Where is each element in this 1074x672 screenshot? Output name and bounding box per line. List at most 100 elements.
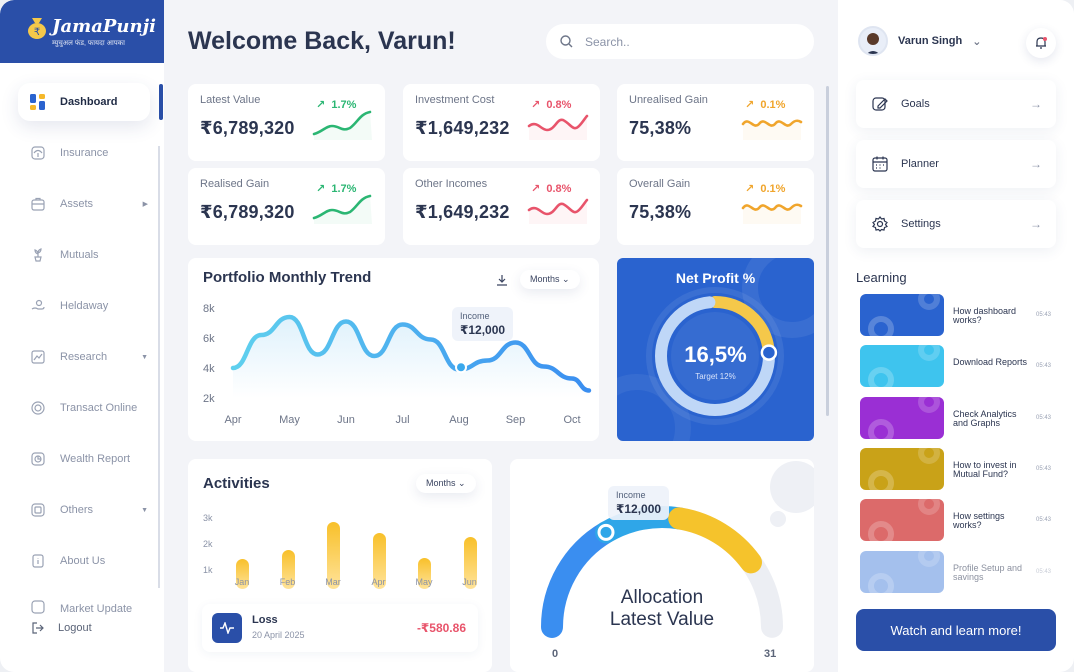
search-placeholder: Search.. [585, 34, 630, 49]
x-tick-label: Jun [337, 414, 355, 426]
learning-title: How to invest in Mutual Fund? [953, 459, 1017, 479]
brand-logo[interactable]: ₹ JamaPunji म्युचुअल फंड, फायदा आपका [0, 0, 164, 63]
sidebar-item-mutuals[interactable]: Mutuals [18, 236, 150, 274]
video-thumbnail[interactable] [860, 294, 944, 336]
info-icon [30, 553, 46, 569]
net-profit-title: Net Profit % [675, 270, 756, 286]
sidebar: ₹ JamaPunji म्युचुअल फंड, फायदा आपका Das… [0, 0, 164, 672]
learning-item[interactable]: Download Reports 05:43 [860, 345, 1056, 389]
caret-right-icon: ▶ [142, 201, 148, 208]
x-tick-label: May [415, 577, 433, 587]
hand-coin-icon [30, 298, 46, 314]
stat-card[interactable]: Realised Gain ₹6,789,320 ↗ 1.7% [188, 168, 385, 245]
sidebar-item-others[interactable]: Others ▼ [18, 491, 150, 529]
stat-card[interactable]: Other Incomes ₹1,649,232 ↗ 0.8% [403, 168, 600, 245]
learning-item[interactable]: Profile Setup and savings 05:43 [860, 550, 1056, 595]
page-title: Welcome Back, Varun! [188, 27, 456, 55]
video-thumbnail[interactable] [860, 447, 944, 490]
caret-down-icon: ▼ [141, 506, 148, 514]
goals-label: Goals [901, 98, 930, 110]
calendar-icon [871, 155, 889, 173]
chart-icon [30, 349, 46, 365]
sidebar-item-research[interactable]: Research ▼ [18, 338, 150, 376]
sidebar-item-assets[interactable]: Assets ▶ [18, 185, 150, 223]
y-tick-label: 4k [203, 363, 215, 375]
video-thumbnail[interactable] [860, 396, 944, 439]
x-tick-label: Feb [279, 577, 296, 587]
learning-duration: 05:43 [1036, 465, 1052, 472]
tooltip-value: ₹12,000 [460, 323, 506, 337]
trend-highlight-point[interactable] [455, 361, 467, 374]
y-tick-label: 8k [203, 303, 215, 315]
logout-button[interactable]: Logout [32, 622, 92, 634]
dashboard-icon [30, 94, 46, 110]
trend-tooltip: Income ₹12,000 [452, 307, 514, 341]
video-thumbnail[interactable] [860, 499, 944, 542]
search-input[interactable]: Search.. [546, 24, 814, 59]
notification-button[interactable] [1026, 28, 1056, 58]
y-tick-label: 2k [203, 393, 215, 405]
stat-card[interactable]: Investment Cost ₹1,649,232 ↗ 0.8% [403, 84, 600, 161]
transaction-title: Loss [252, 614, 278, 626]
gauge-min-label: 0 [552, 648, 559, 660]
net-profit-value: 16,5% [684, 342, 747, 367]
y-tick-label: 3k [203, 513, 213, 523]
video-thumbnail[interactable] [860, 550, 944, 593]
video-thumbnail[interactable] [860, 345, 944, 388]
learning-duration: 05:43 [1036, 568, 1052, 575]
sparkline [527, 198, 589, 224]
edit-icon [871, 95, 889, 113]
goals-button[interactable]: Goals → [856, 80, 1056, 128]
sidebar-item-market-update[interactable]: Market Update [18, 593, 150, 615]
planner-button[interactable]: Planner → [856, 140, 1056, 188]
sidebar-item-about-us[interactable]: About Us [18, 542, 150, 580]
sidebar-item-label: About Us [60, 555, 106, 567]
gauge-handle[interactable] [597, 523, 615, 541]
stat-card[interactable]: Latest Value ₹6,789,320 ↗ 1.7% [188, 84, 385, 161]
learning-item[interactable]: How dashboard works? 05:43 [860, 294, 1056, 338]
transaction-amount: -₹580.86 [416, 621, 466, 635]
sidebar-item-transact-online[interactable]: Transact Online [18, 389, 150, 427]
x-tick-label: Apr [224, 414, 241, 426]
planner-label: Planner [901, 158, 939, 170]
x-tick-label: Oct [563, 414, 580, 426]
learning-item[interactable]: How to invest in Mutual Fund? 05:43 [860, 447, 1056, 492]
gear-icon [871, 215, 889, 233]
tooltip-label: Income [616, 490, 646, 500]
settings-button[interactable]: Settings → [856, 200, 1056, 248]
learning-item[interactable]: How settings works? 05:43 [860, 499, 1056, 543]
allocation-tooltip: Income ₹12,000 [608, 486, 670, 520]
sparkline [741, 203, 803, 224]
sidebar-item-heldaway[interactable]: Heldaway [18, 287, 150, 325]
portfolio-trend-card: Portfolio Monthly Trend Months ⌄ 8k 6k 4k 2… [188, 258, 599, 441]
x-tick-label: Jun [462, 577, 477, 587]
bell-icon [1036, 37, 1047, 49]
stat-card[interactable]: Overall Gain 75,38% ↗ 0.1% [617, 168, 814, 245]
transaction-row[interactable]: Loss 20 April 2025 -₹580.86 [202, 604, 478, 652]
brand-name: JamaPunji [52, 16, 156, 37]
allocation-title-line2: Latest Value [609, 609, 715, 630]
learning-item[interactable]: Check Analytics and Graphs 05:43 [860, 396, 1056, 441]
learning-title: Profile Setup and savings [953, 562, 1023, 582]
gauge-segment [668, 507, 762, 574]
stat-card[interactable]: Unrealised Gain 75,38% ↗ 0.1% [617, 84, 814, 161]
learning-duration: 05:43 [1036, 312, 1052, 318]
user-menu[interactable]: Varun Singh ⌄ [858, 26, 981, 56]
x-tick-label: May [279, 414, 300, 426]
sidebar-item-label: Mutuals [60, 249, 99, 261]
watch-learn-button[interactable]: Watch and learn more! [856, 609, 1056, 651]
sidebar-item-insurance[interactable]: Insurance [18, 134, 150, 172]
logout-icon [32, 622, 44, 634]
x-tick-label: Jul [395, 414, 409, 426]
money-bag-icon: ₹ [28, 18, 46, 39]
activities-period-dropdown[interactable]: Months ⌄ [416, 474, 476, 493]
sidebar-item-label: Transact Online [60, 402, 138, 414]
sidebar-item-wealth-report[interactable]: Wealth Report [18, 440, 150, 478]
allocation-card: Income ₹12,000 0 31 [510, 459, 814, 672]
sidebar-item-label: Market Update [60, 603, 133, 615]
sidebar-item-label: Research [60, 351, 108, 363]
sidebar-scrollbar[interactable] [158, 146, 160, 588]
main-scrollbar[interactable] [826, 86, 829, 416]
sidebar-item-label: Dashboard [60, 96, 118, 108]
sidebar-item-dashboard[interactable]: Dashboard [18, 83, 150, 121]
